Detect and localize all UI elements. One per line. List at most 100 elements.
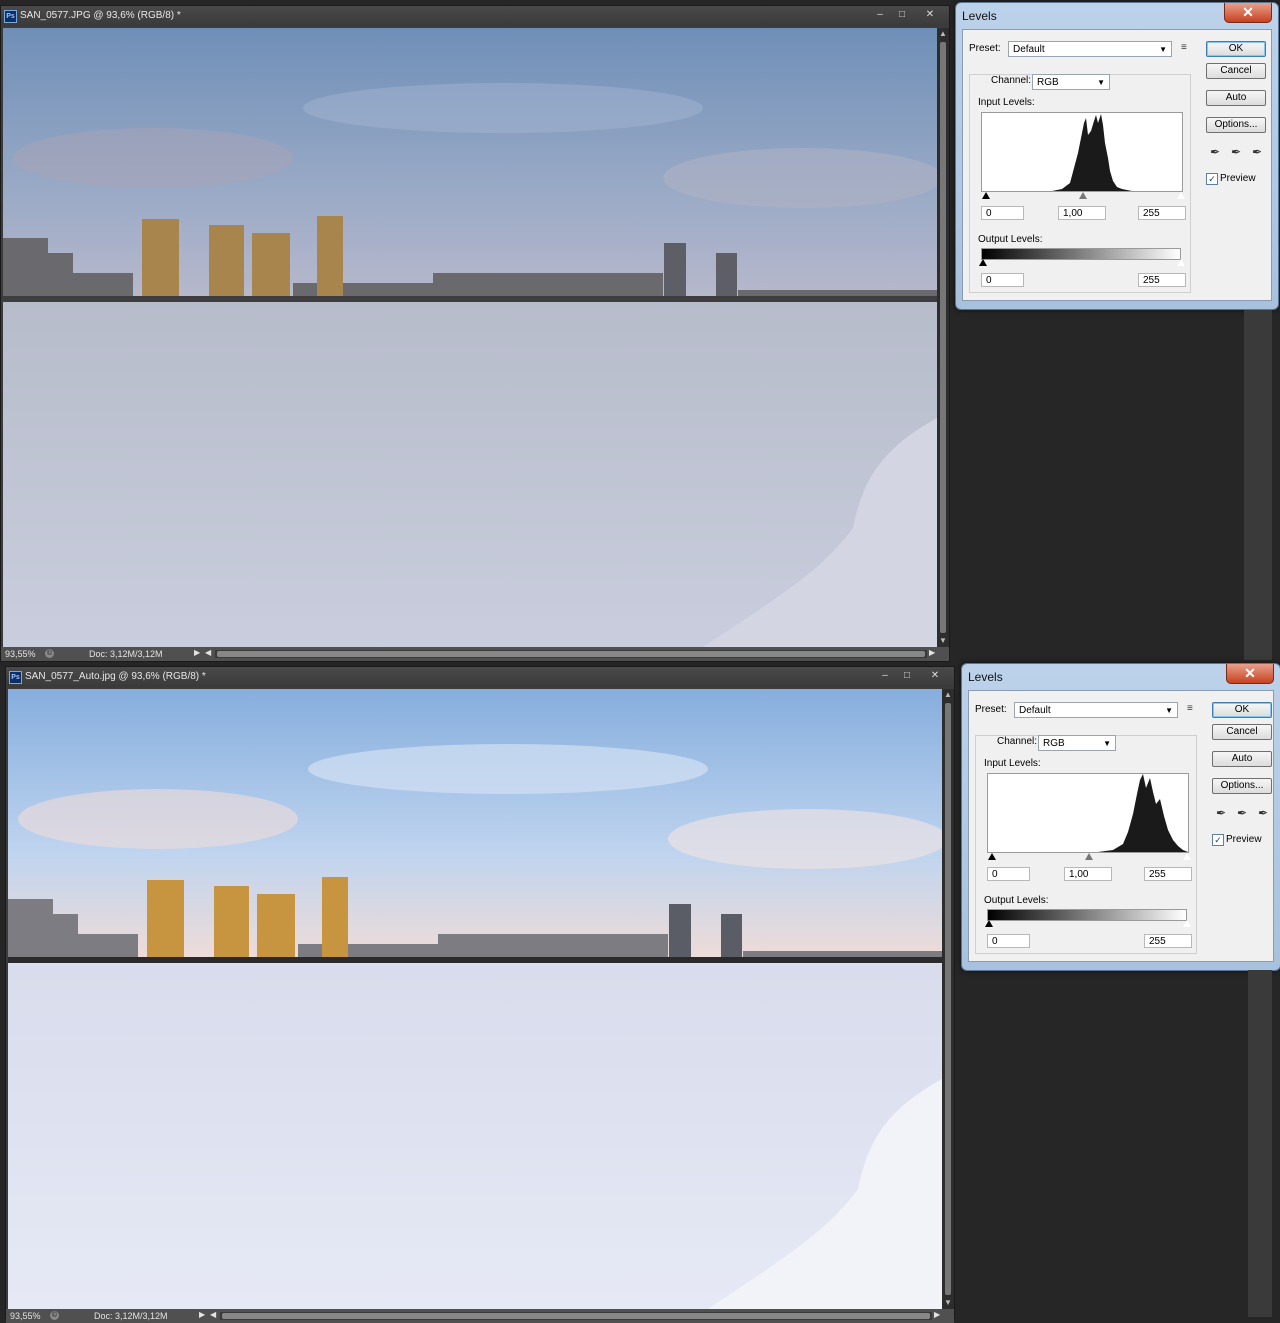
document-title: SAN_0577_Auto.jpg @ 93,6% (RGB/8) * [25,671,206,682]
chevron-down-icon: ▼ [1103,739,1111,748]
vertical-scrollbar[interactable]: ▲ ▼ [942,689,954,1309]
input-levels-label: Input Levels: [978,97,1035,108]
eyedropper-gray-icon[interactable]: ✒ [1237,806,1247,820]
channel-select[interactable]: RGB ▼ [1032,74,1110,90]
input-black-slider[interactable] [982,192,990,199]
channel-label: Channel: [991,75,1032,86]
channel-value: RGB [1037,77,1059,88]
output-white-slider[interactable] [1176,258,1186,267]
input-gamma-slider[interactable] [1079,192,1087,199]
status-bar: 93,55% © Doc: 3,12M/3,12M ▶ ◀ ▶ [6,1309,954,1323]
scroll-down-icon[interactable]: ▼ [942,1297,954,1309]
eyedropper-black-icon[interactable]: ✒ [1210,145,1220,159]
winter-landscape-photo-auto [8,689,942,1309]
preset-value: Default [1013,44,1045,55]
chevron-down-icon: ▼ [1165,706,1173,715]
levels-dialog-bottom[interactable]: Levels ✕ Preset: Default ▼ ≡ Channel: RG… [961,663,1280,971]
image-canvas[interactable] [3,28,937,647]
output-levels-label: Output Levels: [978,234,1043,245]
horizontal-scrollbar-thumb[interactable] [222,1313,930,1319]
output-gradient [987,909,1187,921]
preview-label: Preview [1226,834,1262,845]
input-gamma-slider[interactable] [1085,853,1093,860]
scrollbar-thumb[interactable] [945,703,951,1295]
top-document-window[interactable]: Ps SAN_0577.JPG @ 93,6% (RGB/8) * – □ ✕ [0,5,950,662]
eyedropper-white-icon[interactable]: ✒ [1252,145,1262,159]
auto-button[interactable]: Auto [1206,90,1266,106]
status-menu-arrow-icon[interactable]: ▶ [194,648,200,657]
options-button[interactable]: Options... [1212,778,1272,794]
maximize-button[interactable]: □ [891,8,913,22]
zoom-level[interactable]: 93,55% [5,649,36,659]
photoshop-icon: Ps [9,671,22,684]
input-levels-label: Input Levels: [984,758,1041,769]
dialog-body: Preset: Default ▼ ≡ Channel: RGB ▼ Input… [962,29,1272,301]
status-menu-arrow-icon[interactable]: ▶ [199,1310,205,1319]
preset-select[interactable]: Default ▼ [1008,41,1172,57]
histogram [981,112,1183,192]
input-white-slider[interactable] [1176,191,1186,200]
levels-dialog-top[interactable]: Levels ✕ Preset: Default ▼ ≡ Channel: RG… [955,2,1279,310]
close-icon[interactable]: ✕ [1224,3,1272,23]
input-black-slider[interactable] [988,853,996,860]
document-titlebar[interactable]: Ps SAN_0577_Auto.jpg @ 93,6% (RGB/8) * –… [6,667,954,687]
horizontal-scrollbar-thumb[interactable] [217,651,925,657]
cancel-button[interactable]: Cancel [1212,724,1272,740]
image-canvas[interactable] [8,689,942,1309]
document-size: Doc: 3,12M/3,12M [89,649,163,659]
eyedropper-white-icon[interactable]: ✒ [1258,806,1268,820]
maximize-button[interactable]: □ [896,669,918,683]
output-levels-label: Output Levels: [984,895,1049,906]
panel-menu-icon[interactable]: ≡ [1181,42,1187,53]
minimize-button[interactable]: – [869,8,891,22]
scroll-up-icon[interactable]: ▲ [942,689,954,701]
output-white-slider[interactable] [1182,919,1192,928]
preview-checkbox[interactable]: ✓ [1212,834,1224,846]
vertical-scrollbar[interactable]: ▲ ▼ [937,28,949,647]
preset-select[interactable]: Default ▼ [1014,702,1178,718]
status-info-icon[interactable]: © [50,1311,59,1320]
output-white-field[interactable]: 255 [1138,273,1186,287]
input-white-field[interactable]: 255 [1144,867,1192,881]
scroll-right-icon[interactable]: ▶ [934,1310,940,1319]
scroll-left-icon[interactable]: ◀ [205,648,211,657]
close-icon[interactable]: ✕ [1226,664,1274,684]
side-panel-strip [1248,970,1272,1317]
eyedropper-gray-icon[interactable]: ✒ [1231,145,1241,159]
scrollbar-thumb[interactable] [940,42,946,633]
auto-button[interactable]: Auto [1212,751,1272,767]
input-white-field[interactable]: 255 [1138,206,1186,220]
cancel-button[interactable]: Cancel [1206,63,1266,79]
chevron-down-icon: ▼ [1097,78,1105,87]
eyedropper-black-icon[interactable]: ✒ [1216,806,1226,820]
output-black-field[interactable]: 0 [981,273,1024,287]
output-white-field[interactable]: 255 [1144,934,1192,948]
close-button[interactable]: ✕ [919,8,941,22]
scroll-left-icon[interactable]: ◀ [210,1310,216,1319]
output-black-slider[interactable] [979,259,987,266]
scroll-right-icon[interactable]: ▶ [929,648,935,657]
ok-button[interactable]: OK [1206,41,1266,57]
input-black-field[interactable]: 0 [987,867,1030,881]
input-gamma-field[interactable]: 1,00 [1064,867,1112,881]
output-black-field[interactable]: 0 [987,934,1030,948]
preview-checkbox[interactable]: ✓ [1206,173,1218,185]
input-gamma-field[interactable]: 1,00 [1058,206,1106,220]
minimize-button[interactable]: – [874,669,896,683]
panel-menu-icon[interactable]: ≡ [1187,703,1193,714]
dialog-title: Levels [968,670,1003,684]
zoom-level[interactable]: 93,55% [10,1311,41,1321]
status-info-icon[interactable]: © [45,649,54,658]
input-black-field[interactable]: 0 [981,206,1024,220]
close-button[interactable]: ✕ [924,669,946,683]
bottom-document-window[interactable]: Ps SAN_0577_Auto.jpg @ 93,6% (RGB/8) * –… [5,666,955,1323]
document-title: SAN_0577.JPG @ 93,6% (RGB/8) * [20,10,181,21]
output-black-slider[interactable] [985,920,993,927]
ok-button[interactable]: OK [1212,702,1272,718]
scroll-down-icon[interactable]: ▼ [937,635,949,647]
options-button[interactable]: Options... [1206,117,1266,133]
document-titlebar[interactable]: Ps SAN_0577.JPG @ 93,6% (RGB/8) * – □ ✕ [1,6,949,26]
input-white-slider[interactable] [1182,852,1192,861]
channel-select[interactable]: RGB ▼ [1038,735,1116,751]
scroll-up-icon[interactable]: ▲ [937,28,949,40]
